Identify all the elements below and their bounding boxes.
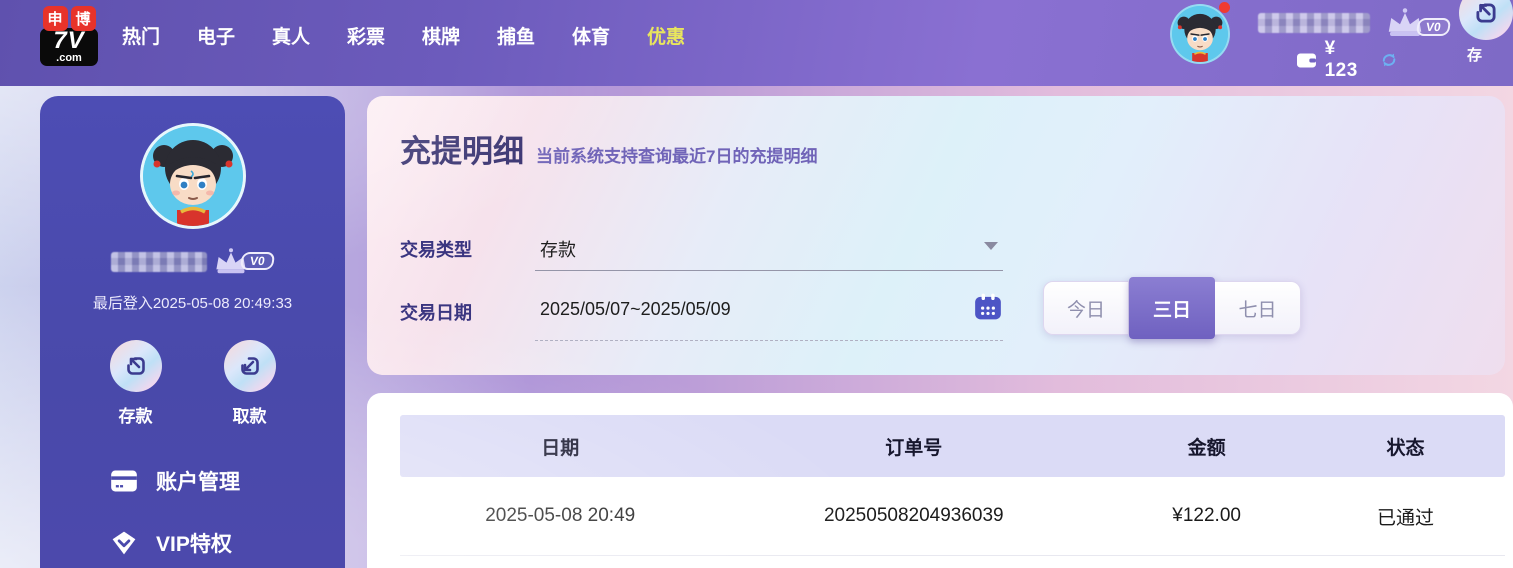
date-underline — [535, 340, 1003, 341]
floating-deposit-label: 存 — [1467, 44, 1513, 65]
withdraw-icon — [224, 340, 276, 392]
avatar-illustration — [1172, 6, 1228, 62]
header-status: 状态 — [1306, 433, 1505, 460]
vip-diamond-icon — [110, 530, 138, 556]
main-nav-menu: 热门 电子 真人 彩票 棋牌 捕鱼 体育 优惠 — [116, 0, 691, 70]
wallet-icon — [1297, 51, 1317, 70]
logo-badge-bo: 博 — [71, 6, 96, 31]
vip-badge: V0 — [1416, 18, 1451, 36]
vip-level-indicator: V0 — [213, 248, 274, 275]
logo-badge-shen: 申 — [43, 6, 68, 31]
logo-suffix-text: .com — [40, 53, 98, 63]
cell-amount: ¥122.00 — [1107, 505, 1306, 527]
withdraw-button[interactable]: 取款 — [210, 340, 290, 427]
deposit-icon — [110, 340, 162, 392]
balance-row: ¥ 123 — [1297, 38, 1398, 82]
vip-level-indicator: V0 — [1385, 8, 1450, 38]
sidebar-item-account-management[interactable]: 账户管理 — [110, 464, 240, 498]
notification-dot — [1219, 2, 1230, 13]
sidebar-menu: 账户管理 VIP特权 — [110, 464, 240, 568]
last-login-text: 最后登入2025-05-08 20:49:33 — [40, 292, 345, 313]
nav-item-sports[interactable]: 体育 — [566, 22, 616, 49]
floating-deposit-icon — [1459, 0, 1513, 40]
title-row: 充提明细 当前系统支持查询最近7日的充提明细 — [400, 126, 817, 171]
transaction-date-label: 交易日期 — [400, 299, 472, 325]
deposit-label: 存款 — [119, 402, 153, 427]
menu-label-vip: VIP特权 — [156, 528, 232, 558]
filter-card: 充提明细 当前系统支持查询最近7日的充提明细 交易类型 存款 交易日期 2025… — [367, 96, 1505, 375]
cell-order-number: 20250508204936039 — [720, 505, 1107, 527]
avatar-illustration — [143, 126, 243, 226]
masked-username — [1258, 13, 1370, 33]
header-order-number: 订单号 — [720, 433, 1107, 460]
quick-range-group: 今日 三日 七日 — [1043, 281, 1301, 335]
main-content: 充提明细 当前系统支持查询最近7日的充提明细 交易类型 存款 交易日期 2025… — [367, 96, 1513, 568]
balance-amount: ¥ 123 — [1325, 38, 1366, 82]
withdraw-label: 取款 — [233, 402, 267, 427]
sidebar-item-vip-privileges[interactable]: VIP特权 — [110, 526, 240, 560]
deposit-button[interactable]: 存款 — [96, 340, 176, 427]
sidebar: V0 最后登入2025-05-08 20:49:33 存款 — [40, 96, 345, 568]
date-range-input[interactable]: 2025/05/07~2025/05/09 — [540, 299, 731, 320]
page-subtitle: 当前系统支持查询最近7日的充提明细 — [536, 142, 817, 167]
page-background: V0 最后登入2025-05-08 20:49:33 存款 — [0, 86, 1513, 568]
range-seven-days-button[interactable]: 七日 — [1215, 281, 1301, 335]
menu-label-account: 账户管理 — [156, 466, 240, 496]
nav-item-promos[interactable]: 优惠 — [641, 22, 691, 49]
calendar-icon[interactable] — [973, 292, 1003, 327]
range-today-button[interactable]: 今日 — [1043, 281, 1129, 335]
user-avatar-large[interactable] — [140, 123, 246, 229]
chevron-down-icon[interactable] — [984, 242, 998, 250]
refresh-balance-icon[interactable] — [1380, 49, 1398, 71]
nav-item-fishing[interactable]: 捕鱼 — [491, 22, 541, 49]
header-amount: 金额 — [1107, 433, 1306, 460]
nav-item-live[interactable]: 真人 — [266, 22, 316, 49]
user-avatar-small[interactable] — [1170, 4, 1230, 64]
records-table: 日期 订单号 金额 状态 2025-05-08 20:49 2025050820… — [400, 415, 1505, 556]
table-row: 2025-05-08 20:49 20250508204936039 ¥122.… — [400, 477, 1505, 556]
masked-username — [111, 252, 207, 272]
type-underline — [535, 270, 1003, 271]
logo-main-text: 7V — [40, 29, 98, 53]
header-date: 日期 — [400, 433, 720, 460]
cell-status: 已通过 — [1306, 503, 1505, 530]
cell-date: 2025-05-08 20:49 — [400, 505, 720, 527]
transaction-type-select[interactable]: 存款 — [540, 236, 576, 262]
range-three-days-button[interactable]: 三日 — [1129, 277, 1215, 339]
bank-card-icon — [110, 469, 138, 493]
table-header-row: 日期 订单号 金额 状态 — [400, 415, 1505, 477]
records-table-card: 日期 订单号 金额 状态 2025-05-08 20:49 2025050820… — [367, 393, 1513, 568]
floating-deposit-widget[interactable]: 存 — [1459, 0, 1513, 65]
nav-item-cards[interactable]: 棋牌 — [416, 22, 466, 49]
vip-badge: V0 — [240, 252, 275, 270]
transaction-type-label: 交易类型 — [400, 236, 472, 262]
nav-item-lottery[interactable]: 彩票 — [341, 22, 391, 49]
top-navbar: 申 博 7V .com 热门 电子 真人 彩票 棋牌 捕鱼 体育 优惠 — [0, 0, 1513, 86]
site-logo[interactable]: 申 博 7V .com — [40, 6, 98, 66]
nav-item-slots[interactable]: 电子 — [191, 22, 241, 49]
nav-item-hot[interactable]: 热门 — [116, 22, 166, 49]
page-title: 充提明细 — [400, 126, 524, 171]
sidebar-quick-actions: 存款 取款 — [40, 340, 345, 427]
sidebar-username-row: V0 — [40, 248, 345, 275]
